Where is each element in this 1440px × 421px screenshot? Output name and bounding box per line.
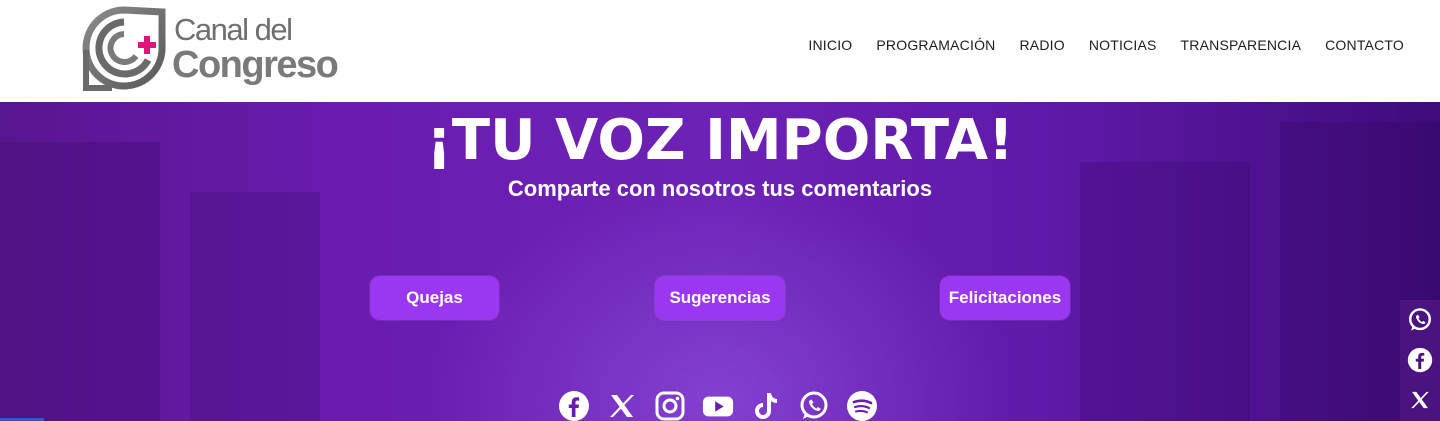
- spotify-icon[interactable]: [846, 390, 878, 421]
- main-nav: INICIO PROGRAMACIÓN RADIO NOTICIAS TRANS…: [784, 37, 1404, 53]
- sugerencias-button[interactable]: Sugerencias: [655, 276, 785, 320]
- logo-text-line1: Canal del: [174, 12, 293, 47]
- site-logo[interactable]: Canal del Congreso: [82, 6, 372, 92]
- nav-item-inicio[interactable]: INICIO: [808, 37, 852, 53]
- youtube-icon[interactable]: [702, 390, 734, 421]
- tiktok-icon[interactable]: [750, 390, 782, 421]
- felicitaciones-button[interactable]: Felicitaciones: [940, 276, 1070, 320]
- whatsapp-icon[interactable]: [798, 390, 830, 421]
- hero-banner: ¡TU VOZ IMPORTA! Comparte con nosotros t…: [0, 102, 1440, 421]
- facebook-icon[interactable]: [1400, 340, 1440, 380]
- logo-mark-icon: [82, 6, 166, 91]
- facebook-icon[interactable]: [558, 390, 590, 421]
- quejas-button[interactable]: Quejas: [370, 276, 499, 320]
- hero-title: ¡TU VOZ IMPORTA!: [426, 108, 1014, 173]
- nav-item-programacion[interactable]: PROGRAMACIÓN: [876, 37, 995, 53]
- x-icon[interactable]: [606, 390, 638, 421]
- social-links: [558, 390, 878, 421]
- floating-social-bar: [1400, 300, 1440, 421]
- instagram-icon[interactable]: [654, 390, 686, 421]
- hero-subtitle: Comparte con nosotros tus comentarios: [507, 176, 933, 201]
- nav-item-noticias[interactable]: NOTICIAS: [1089, 37, 1157, 53]
- logo-text-line2: Congreso: [172, 44, 339, 86]
- x-icon[interactable]: [1400, 380, 1440, 420]
- nav-item-radio[interactable]: RADIO: [1019, 37, 1064, 53]
- site-header: Canal del Congreso INICIO PROGRAMACIÓN R…: [0, 0, 1440, 102]
- whatsapp-icon[interactable]: [1400, 300, 1440, 340]
- bg-building: [190, 192, 320, 421]
- nav-item-contacto[interactable]: CONTACTO: [1325, 37, 1404, 53]
- nav-item-transparencia[interactable]: TRANSPARENCIA: [1181, 37, 1302, 53]
